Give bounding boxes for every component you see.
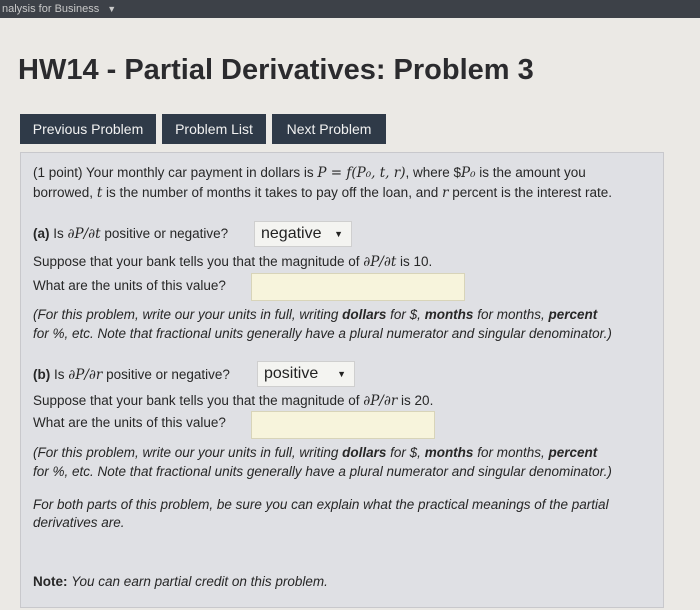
magnitude-text: is 10. <box>400 254 433 269</box>
hint-emphasis: dollars <box>342 307 387 322</box>
part-b-selected-value: positive <box>264 365 319 382</box>
partial-derivative-t: ∂P/∂t <box>67 226 101 242</box>
part-a-hint-2: for %, etc. Note that fractional units g… <box>33 326 612 341</box>
hint-emphasis: percent <box>548 445 598 460</box>
problem-panel: (1 point) Your monthly car payment in do… <box>20 152 664 608</box>
intro-text: , where $ <box>405 165 461 180</box>
question-text: positive or negative? <box>104 226 229 241</box>
note-label: Note: <box>33 574 68 589</box>
intro-text: borrowed, <box>33 185 94 200</box>
intro-line-2: borrowed, t is the number of months it t… <box>33 185 612 201</box>
hint-text: for $, <box>390 445 421 460</box>
partial-derivative-r: ∂P/∂r <box>363 393 398 409</box>
part-a-question: (a) Is ∂P/∂t positive or negative? <box>33 226 228 242</box>
time-variable: t <box>96 185 103 201</box>
intro-text: percent is the interest rate. <box>452 185 613 200</box>
magnitude-text: Suppose that your bank tells you that th… <box>33 393 360 408</box>
dropdown-arrow-icon: ▼ <box>337 369 346 379</box>
part-b-units-input[interactable] <box>251 411 435 439</box>
course-menu[interactable]: nalysis for Business ▼ <box>0 0 700 18</box>
part-b-tag: (b) <box>33 367 51 382</box>
part-b-hint-2: for %, etc. Note that fractional units g… <box>33 464 612 479</box>
part-a-units-input[interactable] <box>251 273 465 301</box>
question-text: Is <box>54 367 65 382</box>
part-b-sign-select[interactable]: positive ▼ <box>257 361 355 387</box>
hint-emphasis: dollars <box>342 445 387 460</box>
course-menu-label: nalysis for Business <box>2 3 100 15</box>
intro-text: is the number of months it takes to pay … <box>106 185 439 200</box>
hint-text: for months, <box>477 445 545 460</box>
hint-emphasis: months <box>424 445 474 460</box>
part-b-hint-1: (For this problem, write our your units … <box>33 445 597 460</box>
part-a-magnitude: Suppose that your bank tells you that th… <box>33 254 432 270</box>
part-a-units-question: What are the units of this value? <box>33 278 226 293</box>
part-a-hint-1: (For this problem, write our your units … <box>33 307 597 322</box>
question-text: Is <box>53 226 64 241</box>
intro-line-1: (1 point) Your monthly car payment in do… <box>33 165 586 181</box>
both-parts-line-2: derivatives are. <box>33 515 125 530</box>
intro-text: Your monthly car payment in dollars is <box>86 165 314 180</box>
part-b-magnitude: Suppose that your bank tells you that th… <box>33 393 433 409</box>
hint-emphasis: percent <box>548 307 598 322</box>
intro-text: is the amount you <box>475 165 586 180</box>
previous-problem-button[interactable]: Previous Problem <box>20 114 156 144</box>
hint-text: for $, <box>390 307 421 322</box>
note-text: You can earn partial credit on this prob… <box>71 574 328 589</box>
chevron-down-icon: ▼ <box>107 4 117 14</box>
both-parts-line-1: For both parts of this problem, be sure … <box>33 497 609 512</box>
part-a-tag: (a) <box>33 226 50 241</box>
dropdown-arrow-icon: ▼ <box>334 229 343 239</box>
part-b-question: (b) Is ∂P/∂r positive or negative? <box>33 367 230 383</box>
rate-variable: r <box>441 185 449 201</box>
part-a-selected-value: negative <box>261 225 322 242</box>
points-label: (1 point) <box>33 165 83 180</box>
note: Note: You can earn partial credit on thi… <box>33 574 328 589</box>
principal-variable: P₀ <box>461 165 476 181</box>
part-b-units-question: What are the units of this value? <box>33 415 226 430</box>
hint-text: (For this problem, write our your units … <box>33 307 339 322</box>
payment-formula: P = f(P₀, t, r) <box>317 165 406 181</box>
hint-text: for months, <box>477 307 545 322</box>
page-title: HW14 - Partial Derivatives: Problem 3 <box>18 54 534 86</box>
hint-emphasis: months <box>424 307 474 322</box>
question-text: positive or negative? <box>106 367 230 382</box>
partial-derivative-t: ∂P/∂t <box>363 254 397 270</box>
problem-list-button[interactable]: Problem List <box>162 114 266 144</box>
magnitude-text: is 20. <box>401 393 434 408</box>
magnitude-text: Suppose that your bank tells you that th… <box>33 254 360 269</box>
next-problem-button[interactable]: Next Problem <box>272 114 386 144</box>
part-a-sign-select[interactable]: negative ▼ <box>254 221 352 247</box>
hint-text: (For this problem, write our your units … <box>33 445 339 460</box>
partial-derivative-r: ∂P/∂r <box>68 367 103 383</box>
